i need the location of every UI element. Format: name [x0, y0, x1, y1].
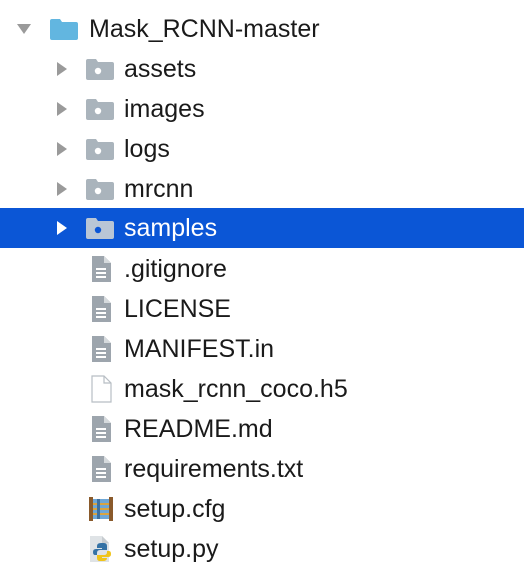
folder-icon	[49, 9, 79, 49]
tree-item-label: LICENSE	[124, 295, 231, 323]
chevron-right-icon[interactable]	[48, 129, 76, 169]
tree-file-readme[interactable]: README.md	[0, 409, 524, 449]
tree-file-setup-py[interactable]: setup.py	[0, 529, 524, 569]
tree-file-weights[interactable]: mask_rcnn_coco.h5	[0, 369, 524, 409]
folder-icon	[85, 89, 115, 129]
config-file-icon	[86, 489, 116, 529]
text-file-icon	[86, 329, 116, 369]
tree-file-manifest[interactable]: MANIFEST.in	[0, 329, 524, 369]
tree-folder-mrcnn[interactable]: mrcnn	[0, 169, 524, 209]
tree-item-label: setup.cfg	[124, 495, 226, 523]
project-tree: Mask_RCNN-master assets images logs mrcn…	[0, 0, 524, 580]
text-file-icon	[86, 289, 116, 329]
tree-folder-assets[interactable]: assets	[0, 49, 524, 89]
tree-item-label: assets	[124, 55, 197, 83]
tree-item-label: samples	[124, 214, 218, 242]
folder-icon	[85, 169, 115, 209]
tree-item-label: setup.py	[124, 535, 219, 563]
tree-item-label: .gitignore	[124, 255, 227, 283]
tree-file-setup-cfg[interactable]: setup.cfg	[0, 489, 524, 529]
tree-file-gitignore[interactable]: .gitignore	[0, 249, 524, 289]
python-file-icon	[86, 529, 116, 569]
tree-file-license[interactable]: LICENSE	[0, 289, 524, 329]
tree-folder-samples[interactable]: samples	[0, 208, 524, 248]
chevron-right-icon[interactable]	[48, 208, 76, 248]
tree-item-label: logs	[124, 135, 170, 163]
text-file-icon	[86, 249, 116, 289]
folder-icon	[85, 129, 115, 169]
tree-item-label: images	[124, 95, 205, 123]
tree-root-label: Mask_RCNN-master	[89, 15, 320, 43]
tree-item-label: requirements.txt	[124, 455, 304, 483]
tree-root-row[interactable]: Mask_RCNN-master	[0, 9, 524, 49]
tree-item-label: README.md	[124, 415, 273, 443]
tree-folder-logs[interactable]: logs	[0, 129, 524, 169]
tree-item-label: mask_rcnn_coco.h5	[124, 375, 348, 403]
tree-item-label: mrcnn	[124, 175, 194, 203]
tree-file-requirements[interactable]: requirements.txt	[0, 449, 524, 489]
folder-icon	[85, 208, 115, 248]
tree-item-label: MANIFEST.in	[124, 335, 275, 363]
text-file-icon	[86, 449, 116, 489]
chevron-right-icon[interactable]	[48, 49, 76, 89]
chevron-right-icon[interactable]	[48, 169, 76, 209]
tree-folder-images[interactable]: images	[0, 89, 524, 129]
folder-icon	[85, 49, 115, 89]
chevron-right-icon[interactable]	[48, 89, 76, 129]
blank-file-icon	[86, 369, 116, 409]
chevron-down-icon[interactable]	[10, 9, 38, 49]
text-file-icon	[86, 409, 116, 449]
